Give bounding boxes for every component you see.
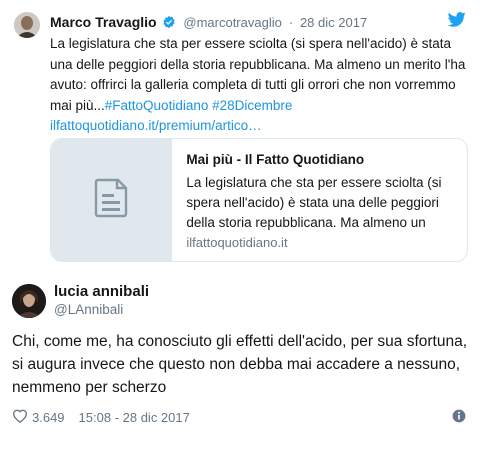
hashtag-link[interactable]: #28Dicembre <box>212 98 292 113</box>
tweet-header: Marco Travaglio @marcotravaglio · 28 dic… <box>50 14 367 32</box>
tweet-text: Chi, come me, ha conosciuto gli effetti … <box>12 333 468 396</box>
tweet-date[interactable]: 28 dic 2017 <box>300 15 367 30</box>
card-body: Mai più - Il Fatto Quotidiano La legisla… <box>172 139 467 261</box>
author-handle[interactable]: @LAnnibali <box>54 302 123 317</box>
tweet-text: La legislatura che sta per essere sciolt… <box>50 34 470 137</box>
author-handle[interactable]: @marcotravaglio <box>183 15 281 30</box>
document-icon <box>94 178 128 223</box>
card-title: Mai più - Il Fatto Quotidiano <box>186 152 365 167</box>
hashtag-link[interactable]: #FattoQuotidiano <box>105 98 209 113</box>
tweet-timestamp[interactable]: 15:08 - 28 dic 2017 <box>79 410 190 425</box>
card-thumbnail <box>51 139 173 261</box>
like-button[interactable]: 3.649 <box>12 408 65 426</box>
twitter-bird-icon[interactable] <box>447 12 466 32</box>
like-count: 3.649 <box>32 409 65 425</box>
info-icon[interactable] <box>452 409 466 426</box>
dot-separator: · <box>288 15 294 30</box>
article-link[interactable]: ilfattoquotidiano.it/premium/artico… <box>50 118 262 133</box>
avatar[interactable] <box>14 12 40 38</box>
verified-badge-icon <box>162 15 176 32</box>
link-preview-card[interactable]: Mai più - Il Fatto Quotidiano La legisla… <box>50 138 468 262</box>
author-name[interactable]: lucia annibali <box>54 283 149 300</box>
avatar[interactable] <box>12 284 46 318</box>
card-description: La legislatura che sta per essere sciolt… <box>186 175 442 230</box>
heart-icon <box>12 408 28 426</box>
author-name[interactable]: Marco Travaglio <box>50 14 157 30</box>
card-domain: ilfattoquotidiano.it <box>186 235 288 250</box>
tweet-footer: 3.649 15:08 - 28 dic 2017 <box>12 407 468 427</box>
quoted-tweet: Marco Travaglio @marcotravaglio · 28 dic… <box>0 0 480 262</box>
